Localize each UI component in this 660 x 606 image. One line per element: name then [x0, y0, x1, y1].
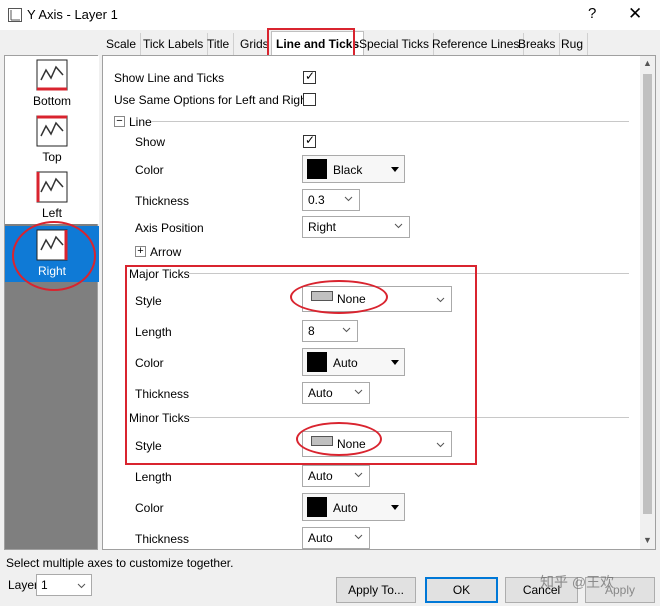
chevron-down-icon	[344, 196, 353, 202]
minor-color-value: Auto	[333, 501, 358, 515]
help-button[interactable]: ?	[588, 5, 596, 22]
axis-item-label: Left	[41, 206, 62, 220]
arrow-label: Arrow	[150, 245, 182, 259]
axis-position-combo[interactable]: Right	[302, 216, 410, 238]
tab-special-ticks[interactable]: Special Ticks	[355, 33, 435, 55]
axis-left-icon	[36, 171, 68, 203]
dropdown-arrow-icon	[391, 505, 399, 510]
axis-bottom-icon	[36, 59, 68, 91]
tab-breaks[interactable]: Breaks	[514, 33, 561, 55]
axis-position-label: Axis Position	[135, 221, 204, 235]
minor-thickness-value: Auto	[308, 531, 333, 545]
collapse-icon: −	[114, 116, 125, 127]
chevron-down-icon	[394, 223, 403, 229]
axis-top-icon	[36, 115, 68, 147]
line-thickness-value: 0.3	[308, 193, 325, 207]
color-swatch	[307, 497, 327, 517]
line-color-dropdown[interactable]: Black	[302, 155, 405, 183]
line-show-label: Show	[135, 135, 166, 149]
major-style-highlight-annotation	[290, 280, 388, 314]
chevron-down-icon	[354, 472, 363, 478]
layer-value: 1	[41, 578, 48, 592]
minor-length-label: Length	[135, 470, 172, 484]
tab-title[interactable]: Title	[203, 33, 235, 55]
minor-color-label: Color	[135, 501, 164, 515]
color-swatch	[307, 159, 327, 179]
scroll-down-icon[interactable]: ▼	[643, 536, 652, 545]
window-title: Y Axis - Layer 1	[27, 7, 118, 22]
line-group-label: Line	[129, 115, 152, 129]
minor-color-dropdown[interactable]: Auto	[302, 493, 405, 521]
show-line-ticks-label: Show Line and Ticks	[114, 71, 225, 85]
axis-item-bottom[interactable]: Bottom	[5, 56, 99, 112]
tab-scale[interactable]: Scale	[102, 33, 142, 55]
minor-length-combo[interactable]: Auto	[302, 465, 370, 487]
axis-item-left[interactable]: Left	[5, 168, 99, 224]
chevron-down-icon	[354, 534, 363, 540]
layer-select[interactable]: 1	[36, 574, 92, 596]
same-options-label: Use Same Options for Left and Right	[114, 93, 311, 107]
line-thickness-combo[interactable]: 0.3	[302, 189, 360, 211]
line-thickness-label: Thickness	[135, 194, 190, 208]
ok-button[interactable]: OK	[425, 577, 498, 603]
line-color-label: Color	[135, 163, 164, 177]
tab-rug[interactable]: Rug	[557, 33, 589, 55]
minor-thickness-label: Thickness	[135, 532, 190, 546]
tab-tick-labels[interactable]: Tick Labels	[139, 33, 209, 55]
chevron-down-icon	[77, 583, 86, 589]
axis-item-label: Bottom	[32, 94, 71, 108]
expand-icon: +	[135, 246, 146, 257]
close-button[interactable]: ✕	[628, 4, 642, 24]
minor-style-highlight-annotation	[296, 422, 382, 456]
axis-position-value: Right	[308, 220, 337, 234]
same-options-checkbox[interactable]	[303, 93, 316, 106]
origin-app-icon	[8, 8, 22, 22]
tab-bar: Scale Tick Labels Title Grids Line and T…	[102, 31, 658, 55]
checkmark-icon: ✓	[305, 133, 316, 147]
axis-list: Bottom Top Left Right	[4, 55, 99, 550]
scroll-up-icon[interactable]: ▲	[643, 59, 652, 68]
status-hint: Select multiple axes to customize togeth…	[6, 556, 234, 570]
title-bar: Y Axis - Layer 1 ? ✕	[0, 0, 660, 30]
line-color-value: Black	[333, 163, 363, 177]
minor-thickness-combo[interactable]: Auto	[302, 527, 370, 549]
apply-to-button[interactable]: Apply To...	[336, 577, 416, 603]
dropdown-arrow-icon	[391, 167, 399, 172]
minor-length-value: Auto	[308, 469, 333, 483]
right-axis-highlight-annotation	[12, 221, 96, 291]
panel-scrollbar[interactable]: ▲ ▼	[640, 56, 655, 549]
tab-reference-lines[interactable]: Reference Lines	[428, 33, 525, 55]
layer-label: Layer	[8, 578, 39, 592]
show-line-ticks-checkbox[interactable]: ✓	[303, 69, 316, 84]
checkmark-icon: ✓	[305, 69, 316, 83]
group-divider	[151, 121, 629, 122]
scroll-thumb[interactable]	[643, 74, 652, 514]
axis-item-top[interactable]: Top	[5, 112, 99, 168]
watermark-text: 知乎 @王欢	[540, 574, 615, 590]
axis-item-label: Top	[42, 150, 62, 164]
line-show-checkbox[interactable]: ✓	[303, 133, 316, 148]
